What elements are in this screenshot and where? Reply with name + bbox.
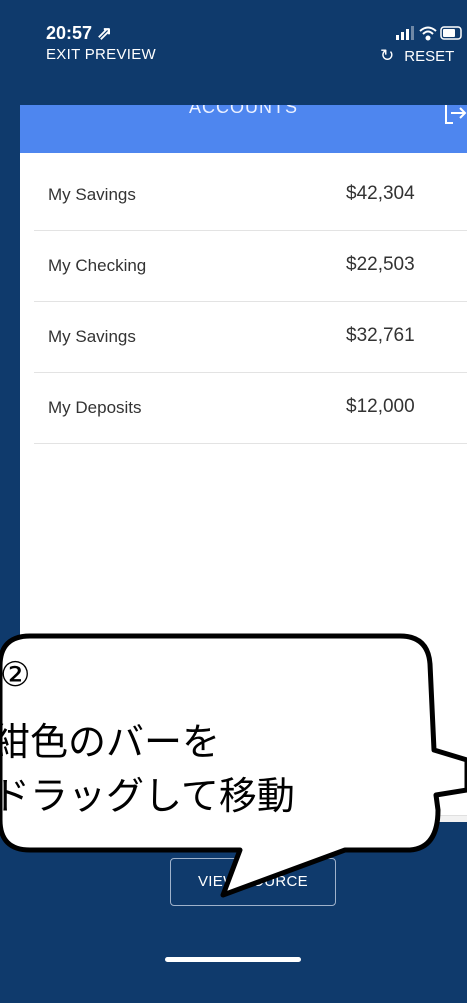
status-bar: 20:57 ⇗ EXIT PREVIEW ↻ RESET — [0, 0, 467, 105]
bottom-drag-bar[interactable]: VIEW SOURCE — [0, 822, 467, 1003]
account-name: My Checking — [48, 256, 147, 275]
account-row[interactable]: My Savings $42,304 — [34, 160, 467, 231]
battery-icon — [440, 26, 462, 40]
reset-button[interactable]: ↻ RESET — [380, 46, 454, 66]
callout-line-1: 紺色のバーを — [0, 720, 221, 764]
accounts-list: My Savings $42,304 My Checking $22,503 M… — [34, 160, 467, 444]
view-source-button[interactable]: VIEW SOURCE — [170, 858, 336, 906]
system-status-icons — [396, 26, 462, 41]
account-row[interactable]: My Deposits $12,000 — [34, 373, 467, 444]
reset-icon: ↻ — [380, 46, 395, 65]
page-title: ACCOUNTS — [188, 105, 298, 117]
app-header: ACCOUNTS — [20, 105, 467, 153]
home-indicator — [165, 957, 301, 962]
exit-preview-button[interactable]: EXIT PREVIEW — [46, 46, 156, 63]
account-balance: $42,304 — [346, 183, 415, 204]
app-preview-frame: 20:57 ⇗ EXIT PREVIEW ↻ RESET ACCOUNTS My… — [0, 0, 467, 1003]
account-balance: $22,503 — [346, 254, 415, 275]
account-row[interactable]: My Checking $22,503 — [34, 231, 467, 302]
account-name: My Savings — [48, 185, 136, 204]
account-balance: $12,000 — [346, 396, 415, 417]
callout-step-number: ② — [0, 655, 31, 695]
account-name: My Deposits — [48, 398, 142, 417]
status-time: 20:57 ⇗ — [46, 23, 113, 43]
signal-icon — [396, 26, 414, 40]
callout-line-2: ドラッグして移動 — [0, 774, 295, 818]
logout-icon[interactable] — [443, 105, 467, 125]
account-name: My Savings — [48, 327, 136, 346]
reset-label: RESET — [404, 48, 455, 65]
account-balance: $32,761 — [346, 325, 415, 346]
account-row[interactable]: My Savings $32,761 — [34, 302, 467, 373]
wifi-icon — [419, 26, 437, 41]
